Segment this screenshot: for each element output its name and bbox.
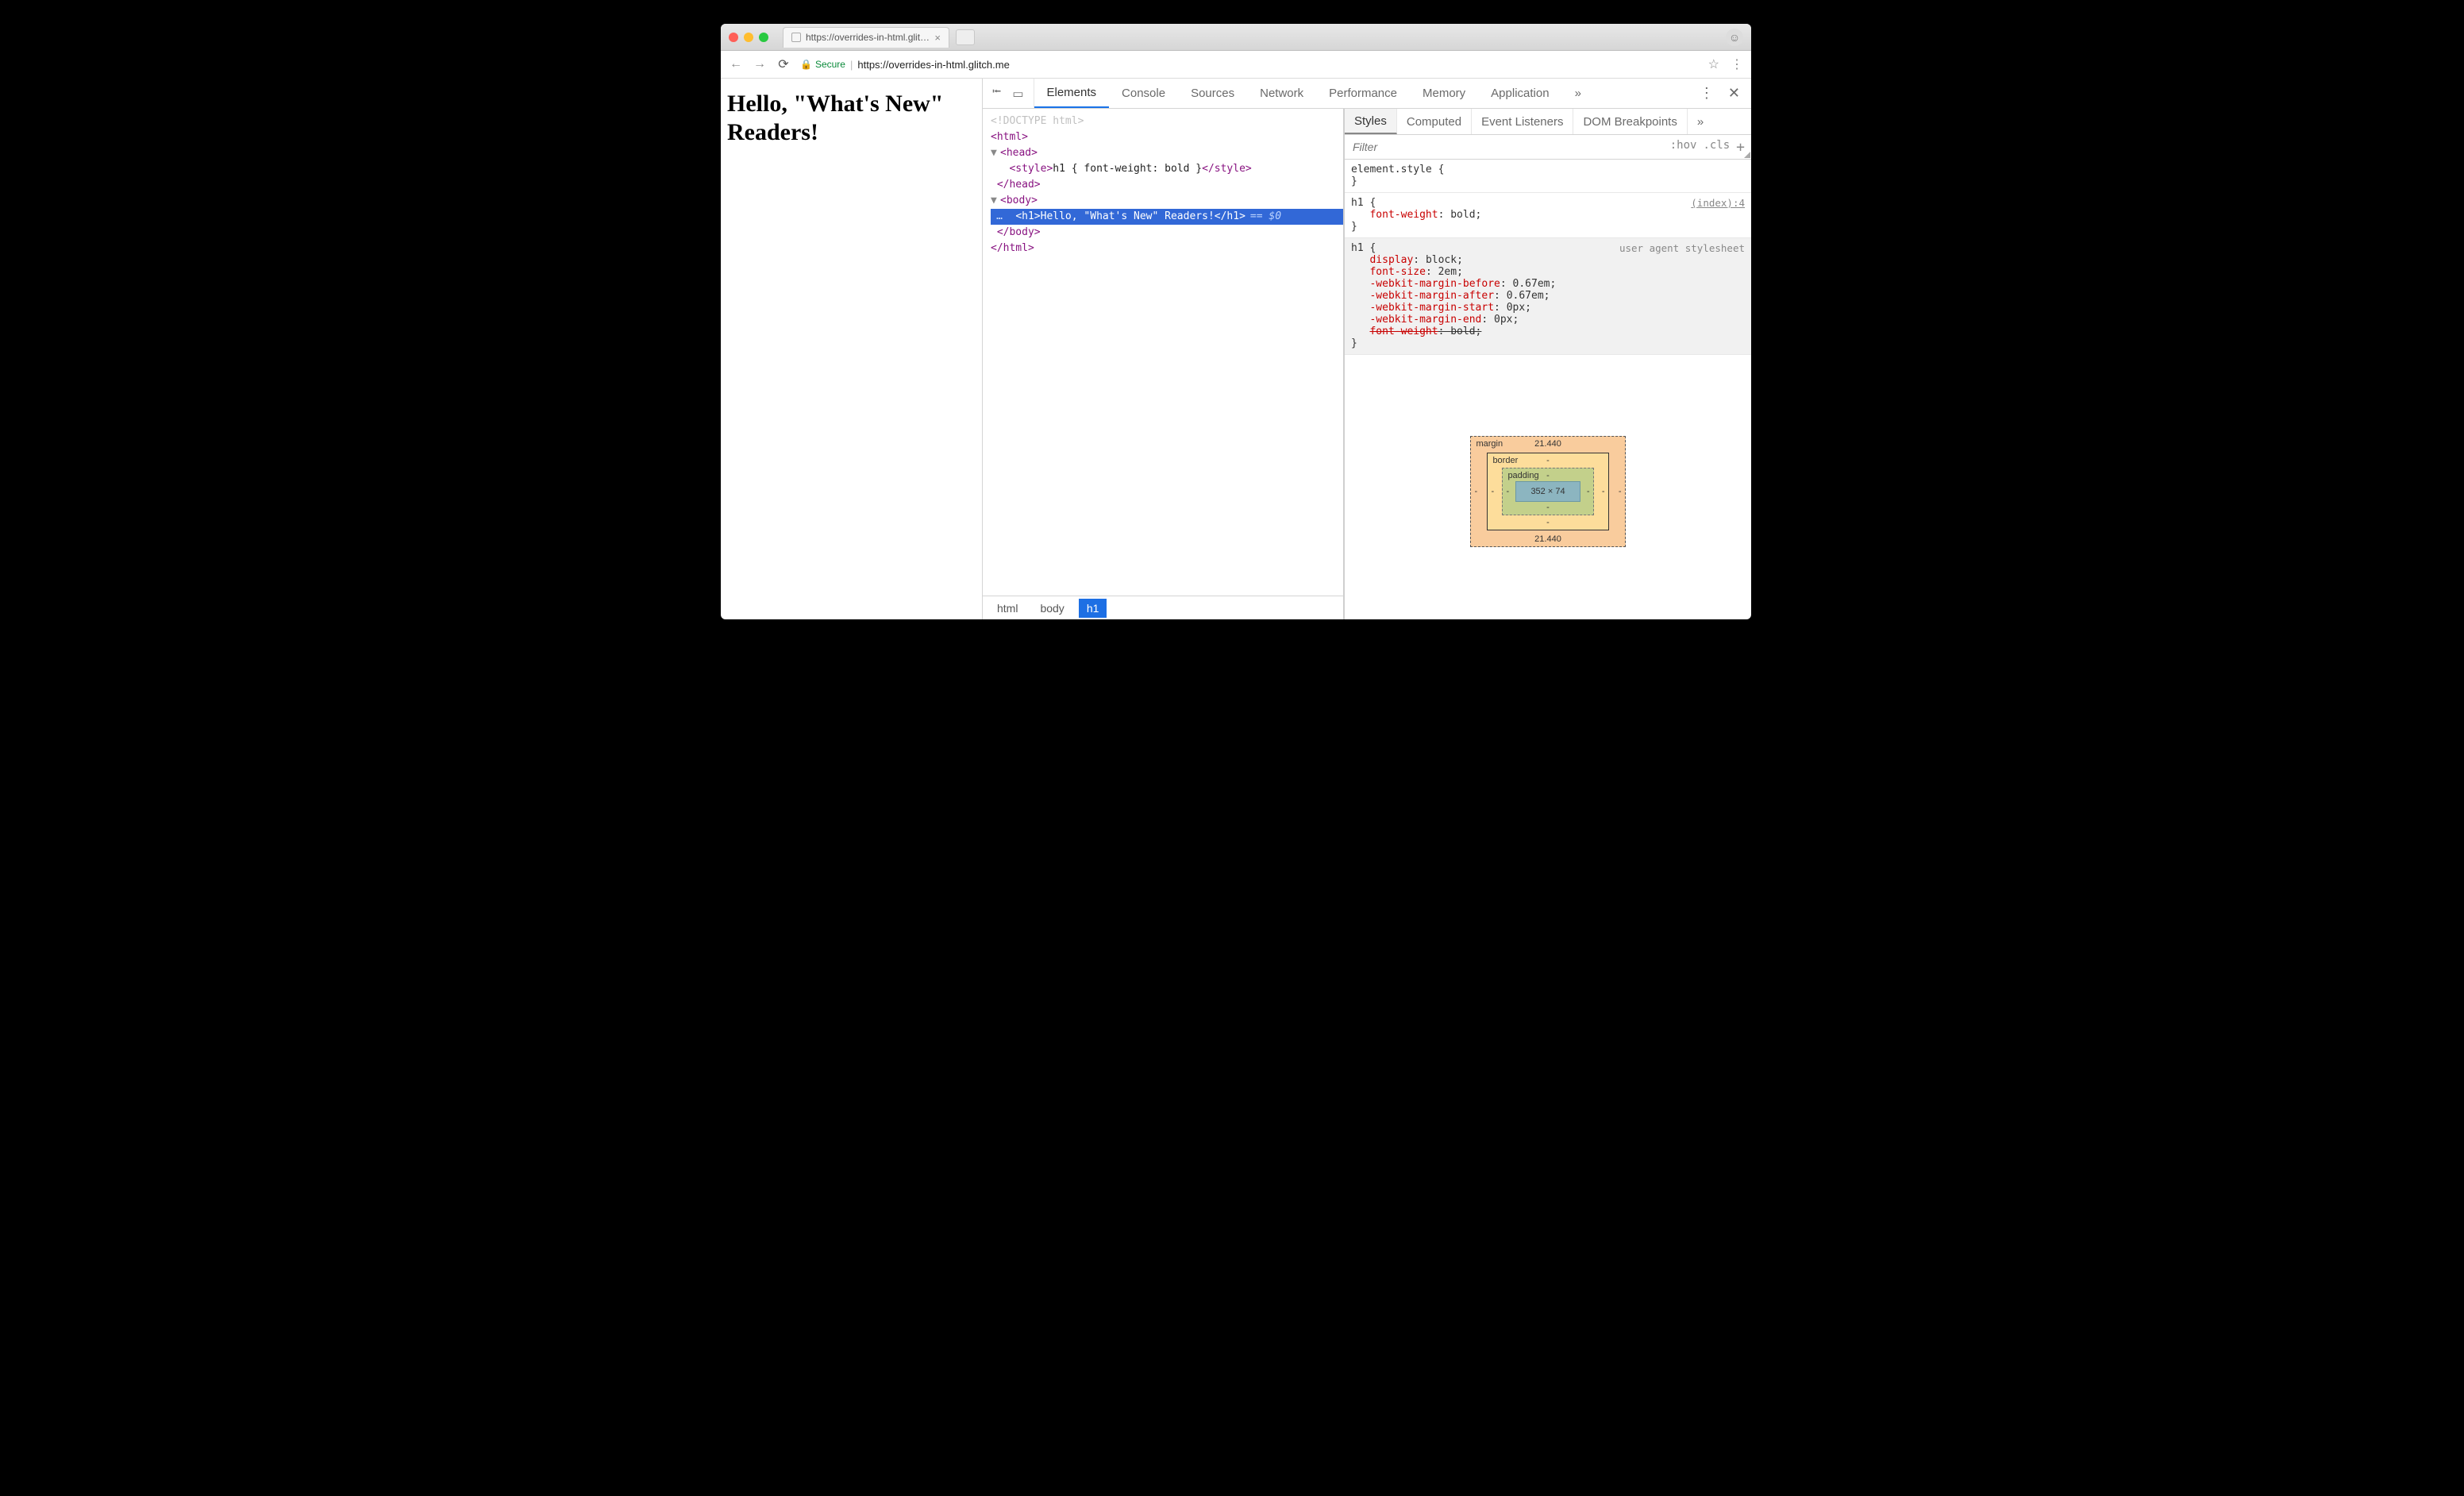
device-toolbar-icon[interactable]: ▭ [1012, 87, 1023, 101]
elements-panel: <!DOCTYPE html> <html> ▼<head> <style>h1… [983, 109, 1345, 619]
head-open[interactable]: <head> [1000, 147, 1038, 159]
styles-tab-event-listeners[interactable]: Event Listeners [1472, 109, 1573, 134]
style-open[interactable]: <style> [1009, 163, 1053, 175]
breadcrumb-h1[interactable]: h1 [1079, 599, 1107, 618]
devtools-body: <!DOCTYPE html> <html> ▼<head> <style>h1… [983, 109, 1751, 619]
styles-tab-styles[interactable]: Styles [1345, 109, 1397, 134]
tab-title: https://overrides-in-html.glitch [806, 32, 930, 43]
browser-window: https://overrides-in-html.glitch × ☺ ← →… [721, 24, 1751, 619]
fullscreen-window-icon[interactable] [759, 33, 768, 42]
html-open[interactable]: <html> [991, 131, 1028, 143]
devtools: ⭰ ▭ ElementsConsoleSourcesNetworkPerform… [983, 79, 1751, 619]
breadcrumb-html[interactable]: html [989, 599, 1026, 618]
padding-bottom: - [1546, 503, 1550, 512]
padding-left: - [1506, 487, 1509, 496]
content-size: 352 × 74 [1515, 481, 1580, 502]
margin-label: margin [1476, 439, 1503, 449]
margin-bottom: 21.440 [1534, 534, 1561, 544]
style-rule[interactable]: h1 {(index):4 font-weight: bold;} [1345, 193, 1751, 238]
styles-tabbar: StylesComputedEvent ListenersDOM Breakpo… [1345, 109, 1751, 135]
border-bottom: - [1546, 518, 1550, 527]
margin-left: - [1474, 487, 1477, 496]
doctype: <!DOCTYPE html> [991, 115, 1084, 127]
window-controls [729, 33, 768, 42]
border-right: - [1602, 487, 1605, 496]
address-bar[interactable]: 🔒 Secure | https://overrides-in-html.gli… [800, 59, 1010, 71]
caret-icon[interactable]: ▼ [991, 193, 1000, 209]
devtools-tab-performance[interactable]: Performance [1316, 79, 1410, 108]
styles-filter-input[interactable] [1351, 140, 1664, 154]
border-label: border [1492, 456, 1518, 465]
h1-close: </h1> [1215, 210, 1245, 222]
margin-top: 21.440 [1534, 439, 1561, 449]
devtools-more-tabs[interactable]: » [1562, 79, 1594, 108]
secure-label: Secure [815, 59, 845, 70]
html-close: </html> [991, 242, 1034, 254]
close-tab-icon[interactable]: × [934, 32, 941, 44]
toolbar: ← → ⟳ 🔒 Secure | https://overrides-in-ht… [721, 51, 1751, 79]
inspect-icon[interactable]: ⭰ [992, 83, 1001, 103]
devtools-close-icon[interactable]: ✕ [1728, 85, 1740, 102]
styles-tab-dom-breakpoints[interactable]: DOM Breakpoints [1573, 109, 1687, 134]
browser-tab[interactable]: https://overrides-in-html.glitch × [783, 27, 949, 48]
breadcrumb-body[interactable]: body [1032, 599, 1072, 618]
devtools-tab-elements[interactable]: Elements [1034, 79, 1110, 108]
url-text: https://overrides-in-html.glitch.me [857, 59, 1009, 71]
cls-toggle[interactable]: .cls [1703, 139, 1730, 156]
devtools-menu-icon[interactable]: ⋮ [1700, 85, 1714, 102]
head-close: </head> [997, 179, 1041, 191]
body-close: </body> [997, 226, 1041, 238]
page-heading: Hello, "What's New" Readers! [727, 90, 976, 147]
close-window-icon[interactable] [729, 33, 738, 42]
h1-open: <h1> [1015, 210, 1040, 222]
padding-top: - [1546, 471, 1550, 480]
back-button[interactable]: ← [729, 57, 743, 71]
forward-button[interactable]: → [753, 57, 767, 71]
style-rule[interactable]: h1 {user agent stylesheet display: block… [1345, 238, 1751, 355]
minimize-window-icon[interactable] [744, 33, 753, 42]
selected-var: == $0 [1250, 210, 1281, 222]
secure-indicator: 🔒 Secure [800, 59, 845, 70]
bookmark-star-icon[interactable]: ☆ [1708, 56, 1719, 72]
border-left: - [1491, 487, 1494, 496]
padding-right: - [1587, 487, 1590, 496]
browser-menu-icon[interactable]: ⋮ [1731, 56, 1743, 72]
devtools-tab-sources[interactable]: Sources [1178, 79, 1247, 108]
dom-tree[interactable]: <!DOCTYPE html> <html> ▼<head> <style>h1… [983, 109, 1343, 596]
profile-avatar-icon[interactable]: ☺ [1726, 29, 1743, 46]
caret-icon[interactable]: ▼ [991, 145, 1000, 161]
box-model: margin 21.440 21.440 - - border - - - [1345, 355, 1751, 619]
devtools-tab-console[interactable]: Console [1109, 79, 1178, 108]
titlebar: https://overrides-in-html.glitch × ☺ [721, 24, 1751, 51]
style-rule[interactable]: element.style {} [1345, 160, 1751, 193]
body-open[interactable]: <body> [1000, 195, 1038, 206]
lock-icon: 🔒 [800, 59, 812, 70]
devtools-tab-network[interactable]: Network [1247, 79, 1316, 108]
style-text: h1 { font-weight: bold } [1053, 163, 1202, 175]
border-top: - [1546, 456, 1550, 465]
padding-label: padding [1507, 471, 1538, 480]
style-rules: element.style {}h1 {(index):4 font-weigh… [1345, 160, 1751, 355]
new-tab-button[interactable] [956, 29, 975, 45]
styles-panel: StylesComputedEvent ListenersDOM Breakpo… [1345, 109, 1751, 619]
hov-toggle[interactable]: :hov [1670, 139, 1697, 156]
styles-tab-more[interactable]: » [1688, 109, 1713, 134]
resize-corner-icon [1744, 152, 1750, 158]
devtools-tab-application[interactable]: Application [1478, 79, 1561, 108]
margin-right: - [1619, 487, 1622, 496]
rendered-page: Hello, "What's New" Readers! [721, 79, 983, 619]
selected-node[interactable]: … <h1>Hello, "What's New" Readers!</h1> =… [991, 209, 1343, 225]
styles-filter-row: :hov .cls + [1345, 135, 1751, 160]
devtools-tab-memory[interactable]: Memory [1410, 79, 1478, 108]
reload-button[interactable]: ⟳ [776, 56, 791, 72]
devtools-tabbar: ⭰ ▭ ElementsConsoleSourcesNetworkPerform… [983, 79, 1751, 109]
h1-text: Hello, "What's New" Readers! [1041, 210, 1215, 222]
gutter-ellipsis-icon: … [991, 209, 1008, 225]
breadcrumbs: html body h1 [983, 596, 1343, 619]
styles-tab-computed[interactable]: Computed [1397, 109, 1472, 134]
favicon-icon [791, 33, 801, 42]
content: Hello, "What's New" Readers! ⭰ ▭ Element… [721, 79, 1751, 619]
style-close: </style> [1202, 163, 1252, 175]
